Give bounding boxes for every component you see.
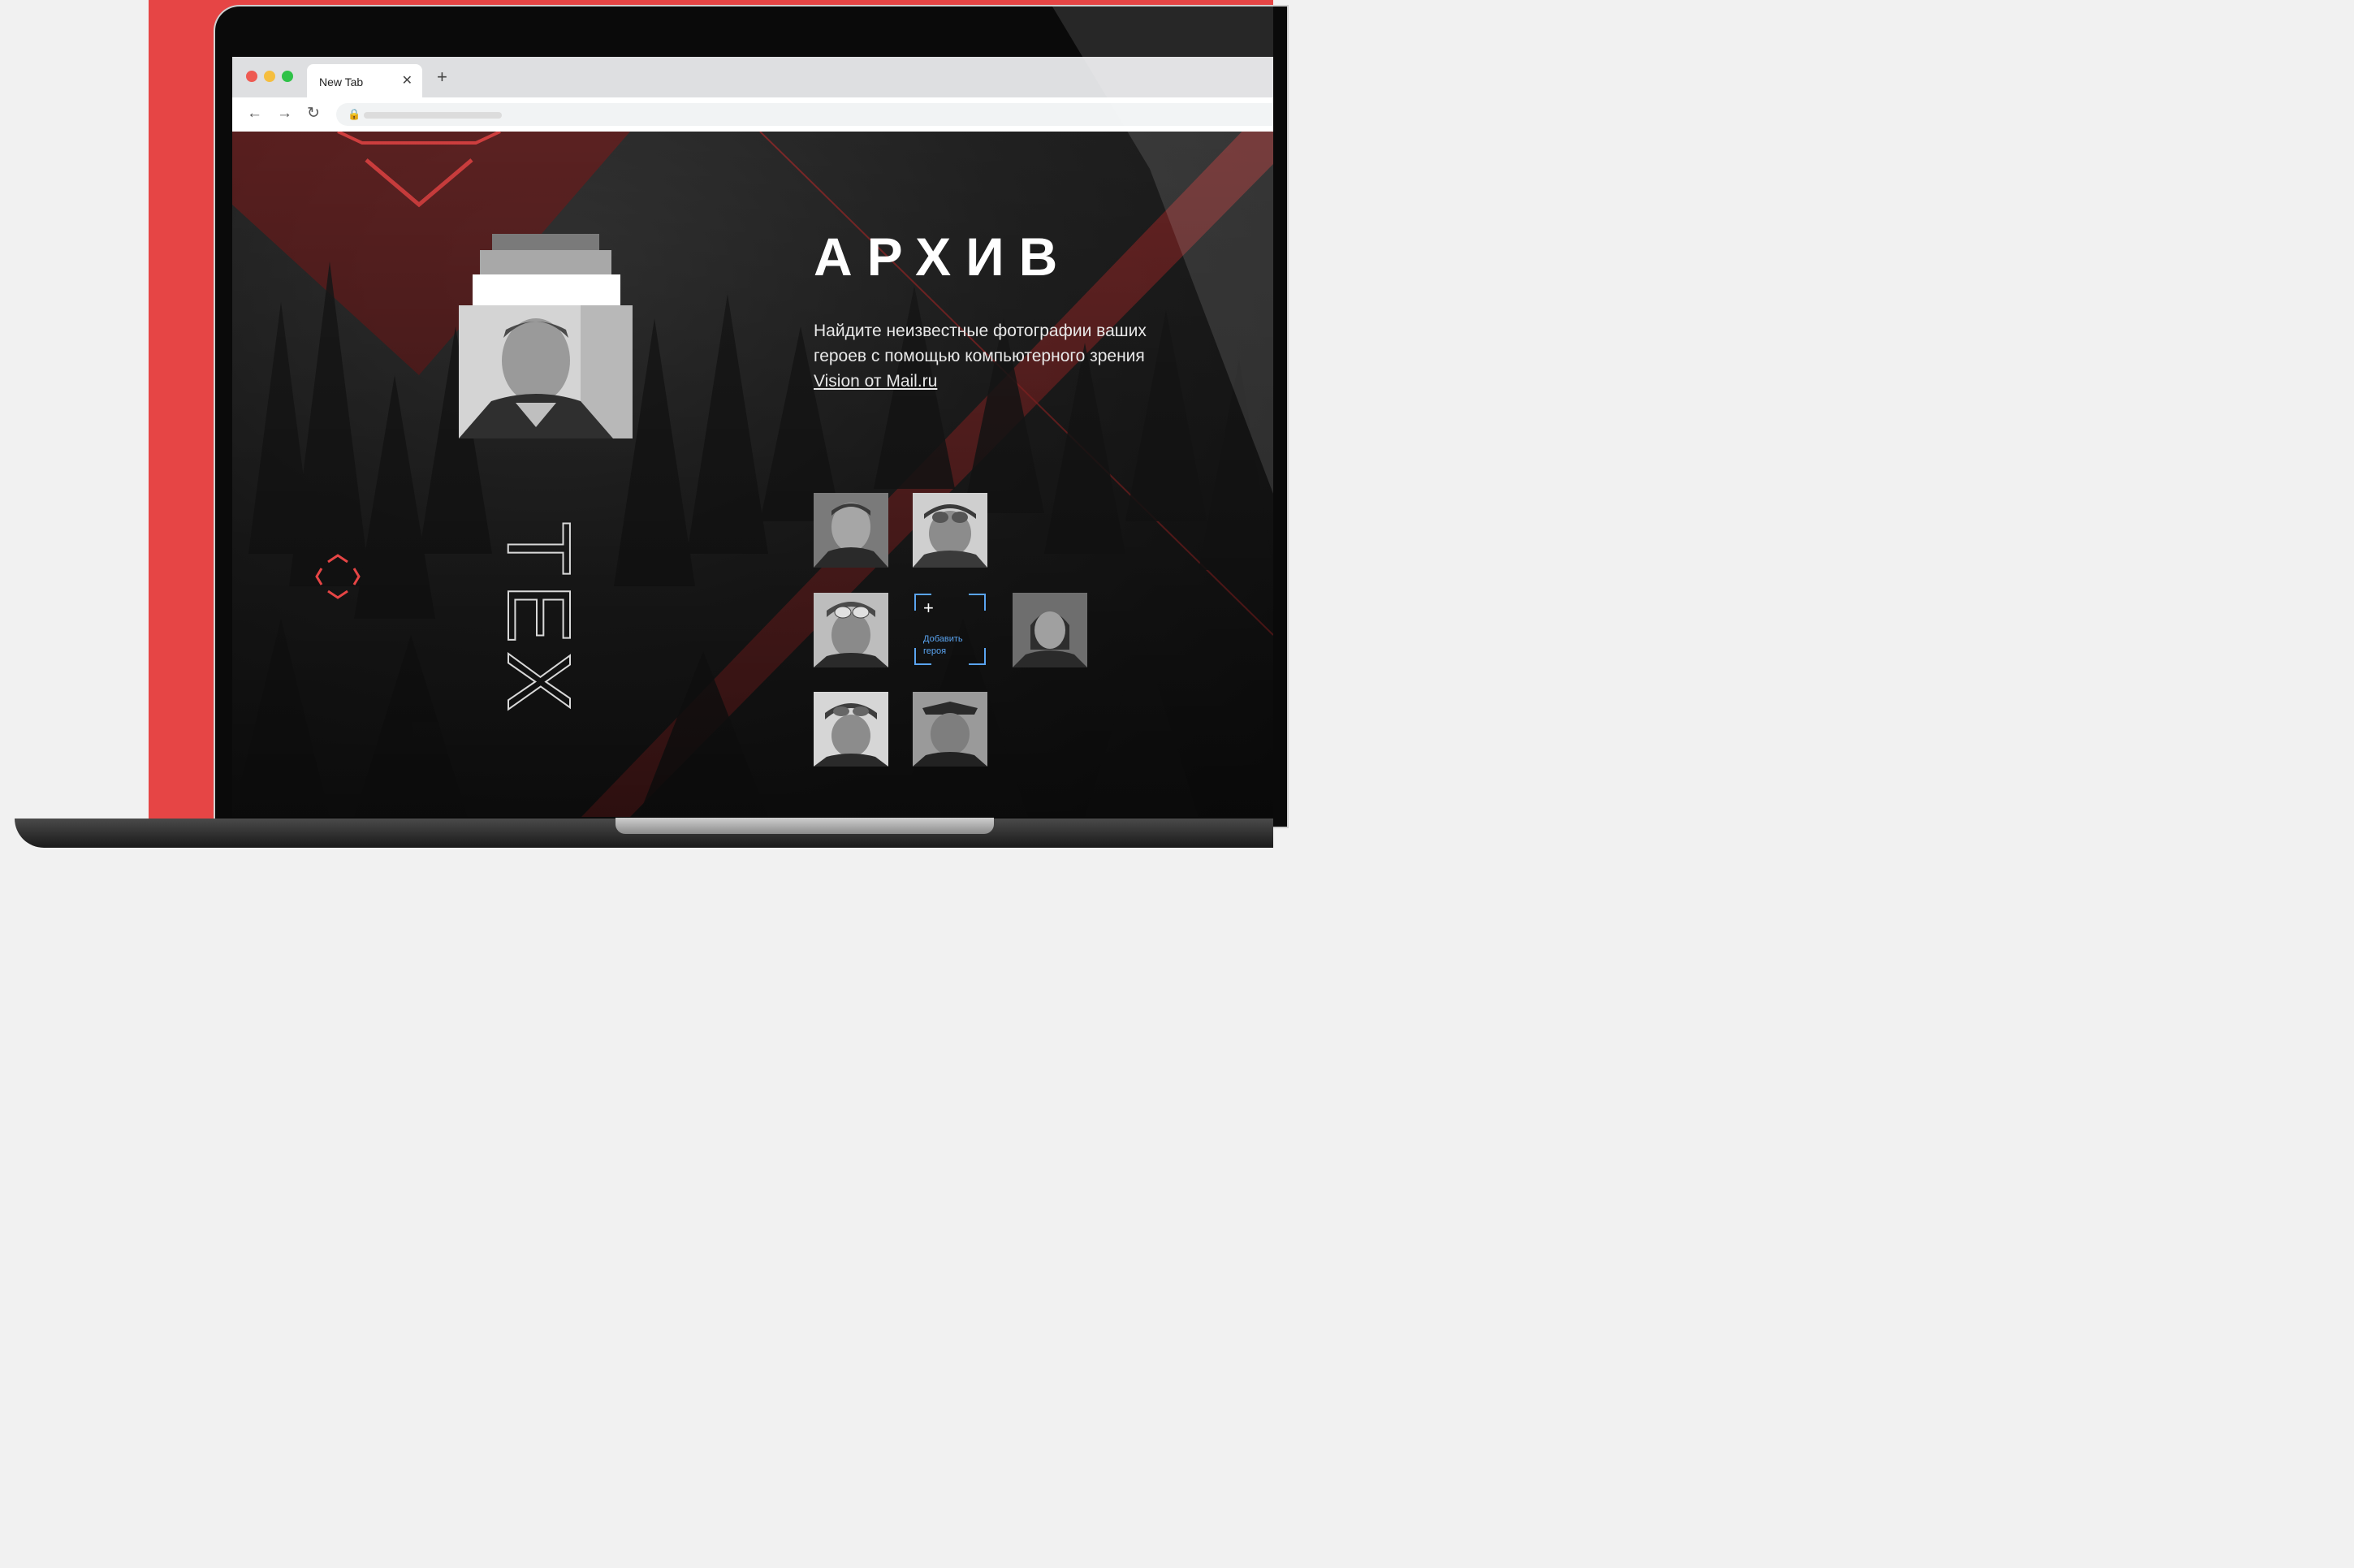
browser-tab[interactable]: New Tab ✕ (307, 64, 422, 97)
lock-icon: 🔒 (348, 108, 361, 120)
hero-photo[interactable] (814, 493, 888, 568)
close-icon[interactable]: ✕ (402, 72, 412, 89)
url-text (364, 112, 502, 119)
hero-photo[interactable] (814, 593, 888, 667)
plus-icon[interactable]: + (437, 68, 447, 86)
arrow-right-icon[interactable]: → (277, 106, 292, 122)
minimize-window-dot[interactable] (264, 71, 275, 82)
laptop-notch (615, 818, 994, 834)
vision-link[interactable]: Vision от Mail.ru (814, 372, 937, 391)
screen-glare (1052, 6, 1273, 494)
main-hero-photo[interactable] (459, 305, 633, 438)
hero-photo[interactable] (814, 692, 888, 767)
tab-title: New Tab (319, 76, 364, 89)
vertical-outline-text: TEX (500, 521, 590, 720)
hero-photo[interactable] (913, 493, 987, 568)
reload-icon[interactable]: ↻ (307, 106, 320, 122)
hero-photo[interactable] (913, 692, 987, 767)
plus-icon: + (923, 598, 934, 618)
page-title: АРХИВ (814, 227, 1073, 287)
svg-text:TEX: TEX (500, 521, 589, 719)
add-hero-button[interactable]: + Добавить героя (914, 593, 987, 666)
maximize-window-dot[interactable] (282, 71, 293, 82)
add-hero-label: Добавить героя (923, 634, 963, 656)
arrow-left-icon[interactable]: ← (247, 106, 262, 122)
hero-photo[interactable] (1013, 593, 1087, 667)
close-window-dot[interactable] (246, 71, 257, 82)
